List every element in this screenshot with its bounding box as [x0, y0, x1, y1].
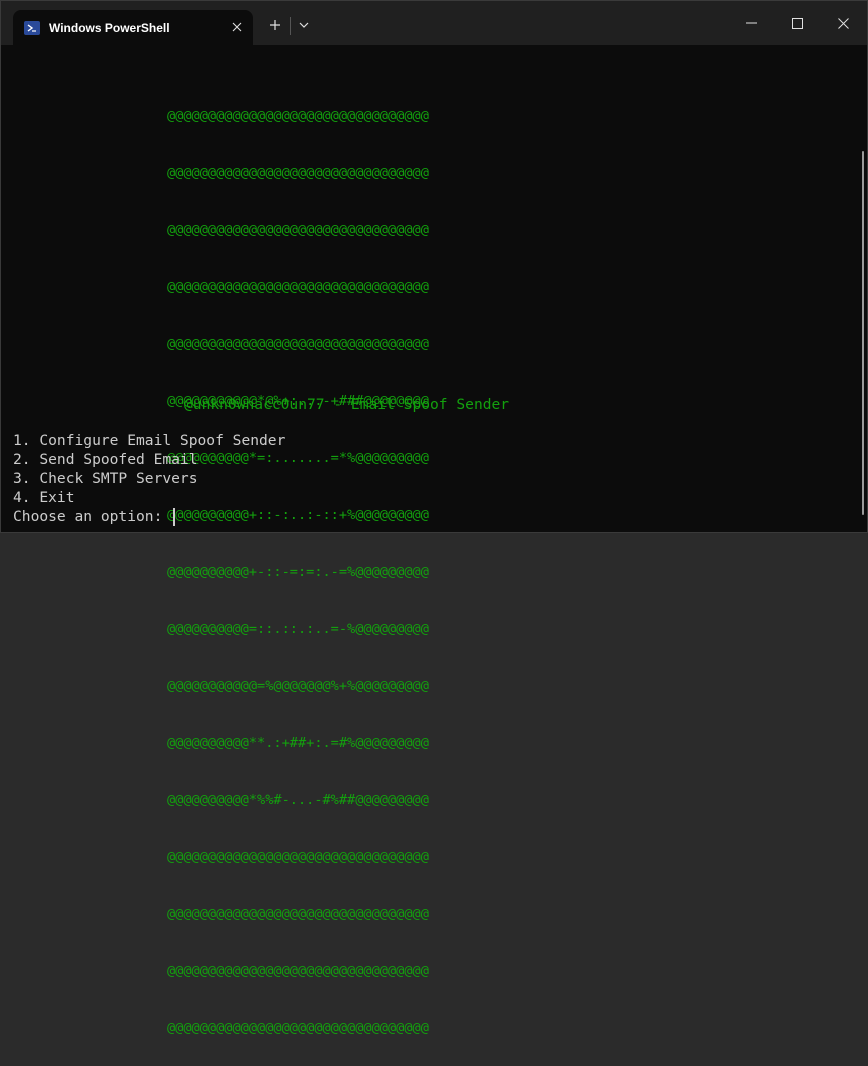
tab-windows-powershell[interactable]: Windows PowerShell: [13, 10, 253, 45]
minimize-icon: [745, 22, 757, 24]
maximize-icon: [791, 17, 803, 29]
terminal-output[interactable]: @@@@@@@@@@@@@@@@@@@@@@@@@@@@@@@@ @@@@@@@…: [13, 69, 853, 1036]
ascii-art-line: @@@@@@@@@@@@@@@@@@@@@@@@@@@@@@@@: [167, 849, 429, 865]
credit-line: @unkn0wnacc0un77 - Email Spoof Sender: [184, 396, 510, 413]
ascii-art: @@@@@@@@@@@@@@@@@@@@@@@@@@@@@@@@ @@@@@@@…: [167, 69, 429, 1066]
ascii-art-line: @@@@@@@@@@@@@@@@@@@@@@@@@@@@@@@@: [167, 222, 429, 238]
ascii-art-line: @@@@@@@@@@@@@@@@@@@@@@@@@@@@@@@@: [167, 1020, 429, 1036]
ascii-art-line: @@@@@@@@@@@=%@@@@@@@%+%@@@@@@@@@: [167, 678, 429, 694]
tab-dropdown-button[interactable]: [294, 15, 314, 35]
scrollbar-thumb[interactable]: [862, 151, 864, 515]
menu-item: 4. Exit: [13, 489, 75, 506]
maximize-button[interactable]: [774, 1, 820, 45]
ascii-art-line: @@@@@@@@@@@@@@@@@@@@@@@@@@@@@@@@: [167, 336, 429, 352]
minimize-button[interactable]: [728, 1, 774, 45]
close-button[interactable]: [820, 1, 866, 45]
terminal-window: Windows PowerShell @@@@@@@@@@@@@@@@@@@@@…: [0, 0, 868, 1036]
title-bar[interactable]: Windows PowerShell: [1, 1, 867, 45]
ascii-art-line: @@@@@@@@@@@@@@@@@@@@@@@@@@@@@@@@: [167, 108, 429, 124]
menu-item: 2. Send Spoofed Email: [13, 451, 198, 468]
input-prompt: Choose an option:: [13, 508, 172, 525]
tab-title: Windows PowerShell: [49, 20, 170, 35]
ascii-art-line: @@@@@@@@@@@@@@@@@@@@@@@@@@@@@@@@: [167, 963, 429, 979]
text-cursor: [173, 507, 176, 526]
menu-list: 1. Configure Email Spoof Sender 2. Send …: [13, 431, 285, 526]
menu-item: 3. Check SMTP Servers: [13, 470, 198, 487]
new-tab-button[interactable]: [265, 15, 285, 35]
menu-item: 1. Configure Email Spoof Sender: [13, 432, 286, 449]
ascii-art-line: @@@@@@@@@@+-::-=:=:.-=%@@@@@@@@@: [167, 564, 429, 580]
ascii-art-line: @@@@@@@@@@@@@@@@@@@@@@@@@@@@@@@@: [167, 165, 429, 181]
ascii-art-line: @@@@@@@@@@=::.::.:..=-%@@@@@@@@@: [167, 621, 429, 637]
prompt-line[interactable]: Choose an option:: [13, 507, 285, 526]
tab-close-icon[interactable]: [229, 19, 245, 35]
ascii-art-line: @@@@@@@@@@@@@@@@@@@@@@@@@@@@@@@@: [167, 279, 429, 295]
powershell-icon: [24, 20, 40, 35]
close-icon: [837, 17, 849, 29]
toolbar-divider: [290, 17, 291, 35]
ascii-art-line: @@@@@@@@@@@@@@@@@@@@@@@@@@@@@@@@: [167, 906, 429, 922]
ascii-art-line: @@@@@@@@@@*%%#-...-#%##@@@@@@@@@: [167, 792, 429, 808]
ascii-art-line: @@@@@@@@@@**.:+##+:.=#%@@@@@@@@@: [167, 735, 429, 751]
